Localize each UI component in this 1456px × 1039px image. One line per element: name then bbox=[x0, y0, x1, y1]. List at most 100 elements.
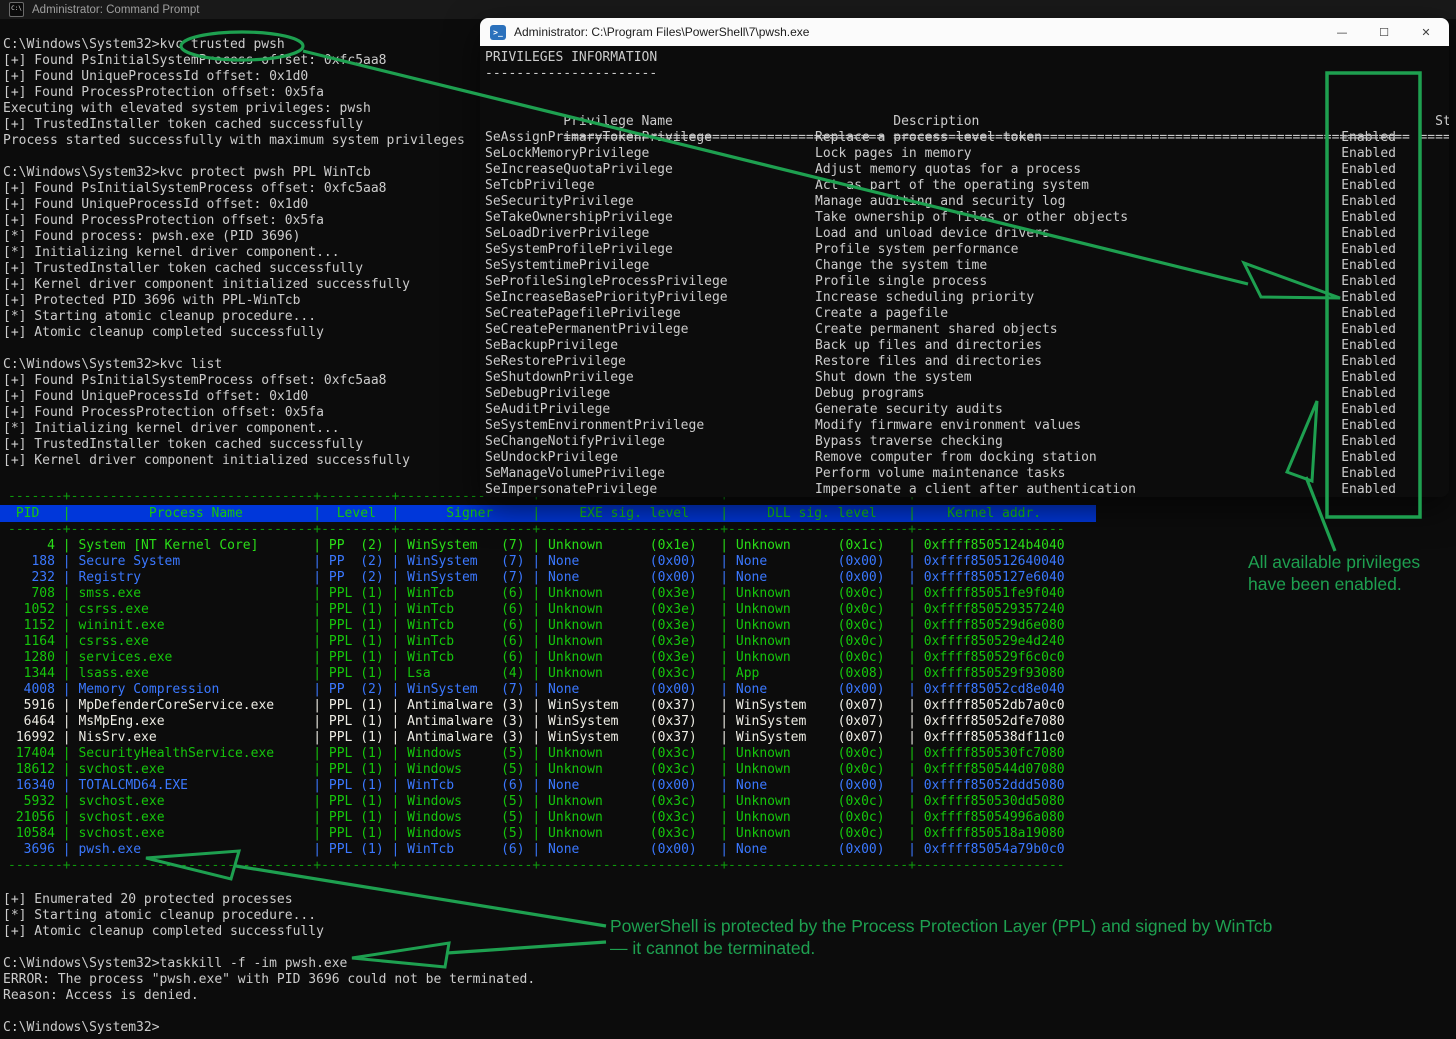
privilege-description: Restore files and directories bbox=[815, 354, 1338, 370]
privilege-description: Load and unload device drivers bbox=[815, 226, 1338, 242]
console-line: C:\Windows\System32>kvc protect pwsh PPL… bbox=[3, 165, 465, 181]
table-row: 4008 | Memory Compression | PP (2) | Win… bbox=[0, 682, 1096, 698]
privilege-description: Shut down the system bbox=[815, 370, 1338, 386]
table-row: 1280 | services.exe | PPL (1) | WinTcb (… bbox=[0, 650, 1096, 666]
pwsh-console[interactable]: PRIVILEGES INFORMATION -----------------… bbox=[480, 46, 1449, 497]
console-line: [+] Atomic cleanup completed successfull… bbox=[3, 325, 465, 341]
console-line: [+] Kernel driver component initialized … bbox=[3, 277, 465, 293]
privilege-description: Perform volume maintenance tasks bbox=[815, 466, 1338, 482]
console-line: [*] Initializing kernel driver component… bbox=[3, 421, 465, 437]
privilege-name: SeChangeNotifyPrivilege bbox=[485, 434, 815, 450]
table-row: 16340 | TOTALCMD64.EXE | PPL (1) | WinTc… bbox=[0, 778, 1096, 794]
console-line bbox=[3, 1004, 535, 1020]
ppl-note: PowerShell is protected by the Process P… bbox=[610, 915, 1290, 959]
privilege-description: Modify firmware environment values bbox=[815, 418, 1338, 434]
col-description: Description bbox=[893, 114, 1416, 130]
privilege-description: Back up files and directories bbox=[815, 338, 1338, 354]
table-row: 1344 | lsass.exe | PPL (1) | Lsa (4) | U… bbox=[0, 666, 1096, 682]
cmd-output-bottom[interactable]: [+] Enumerated 20 protected processes[*]… bbox=[3, 892, 535, 1036]
console-line: [*] Found process: pwsh.exe (PID 3696) bbox=[3, 229, 465, 245]
privilege-state: Enabled bbox=[1338, 146, 1396, 162]
privilege-name: SeBackupPrivilege bbox=[485, 338, 815, 354]
privilege-row: SeCreatePagefilePrivilegeCreate a pagefi… bbox=[485, 306, 1449, 322]
console-line: [+] Found PsInitialSystemProcess offset:… bbox=[3, 181, 465, 197]
table-row: 1152 | wininit.exe | PPL (1) | WinTcb (6… bbox=[0, 618, 1096, 634]
privilege-row: SeTakeOwnershipPrivilegeTake ownership o… bbox=[485, 210, 1449, 226]
console-line: C:\Windows\System32>kvc trusted pwsh bbox=[3, 37, 465, 53]
table-header: PID | Process Name | Level | Signer | EX… bbox=[0, 505, 1096, 522]
console-line: [+] Found UniqueProcessId offset: 0x1d0 bbox=[3, 197, 465, 213]
privilege-state: Enabled bbox=[1338, 226, 1396, 242]
pwsh-body: PRIVILEGES INFORMATION -----------------… bbox=[480, 46, 1449, 497]
privilege-name: SeSystemProfilePrivilege bbox=[485, 242, 815, 258]
privilege-state: Enabled bbox=[1338, 418, 1396, 434]
table-row: 1052 | csrss.exe | PPL (1) | WinTcb (6) … bbox=[0, 602, 1096, 618]
privilege-row: SeCreatePermanentPrivilegeCreate permane… bbox=[485, 322, 1449, 338]
privilege-description: Generate security audits bbox=[815, 402, 1338, 418]
table-row: 232 | Registry | PP (2) | WinSystem (7) … bbox=[0, 570, 1096, 586]
console-line: [+] Found PsInitialSystemProcess offset:… bbox=[3, 373, 465, 389]
privilege-state: Enabled bbox=[1338, 338, 1396, 354]
console-line bbox=[3, 149, 465, 165]
privilege-name: SeSystemEnvironmentPrivilege bbox=[485, 418, 815, 434]
cmd-output-top[interactable]: C:\Windows\System32>kvc trusted pwsh [+] … bbox=[3, 37, 465, 469]
privilege-description: Change the system time bbox=[815, 258, 1338, 274]
privilege-name: SeIncreaseQuotaPrivilege bbox=[485, 162, 815, 178]
powershell-icon: >_ bbox=[490, 25, 506, 40]
privilege-name: SeAssignPrimaryTokenPrivilege bbox=[485, 130, 815, 146]
console-line: [+] Found ProcessProtection offset: 0x5f… bbox=[3, 405, 465, 421]
table-row: 188 | Secure System | PP (2) | WinSystem… bbox=[0, 554, 1096, 570]
privilege-row: SeSystemEnvironmentPrivilegeModify firmw… bbox=[485, 418, 1449, 434]
privilege-row: SeDebugPrivilegeDebug programsEnabled bbox=[485, 386, 1449, 402]
table-separator: -------+-------------------------------+… bbox=[0, 522, 1096, 538]
privilege-row: SeLoadDriverPrivilegeLoad and unload dev… bbox=[485, 226, 1449, 242]
table-row: 5932 | svchost.exe | PPL (1) | Windows (… bbox=[0, 794, 1096, 810]
privilege-row: SeAuditPrivilegeGenerate security audits… bbox=[485, 402, 1449, 418]
pwsh-titlebar[interactable]: >_ Administrator: C:\Program Files\Power… bbox=[480, 18, 1449, 46]
privilege-description: Create a pagefile bbox=[815, 306, 1338, 322]
table-row: 3696 | pwsh.exe | PPL (1) | WinTcb (6) |… bbox=[0, 842, 1096, 858]
privilege-state: Enabled bbox=[1338, 242, 1396, 258]
privilege-description: Increase scheduling priority bbox=[815, 290, 1338, 306]
table-row: 6464 | MsMpEng.exe | PPL (1) | Antimalwa… bbox=[0, 714, 1096, 730]
console-line bbox=[3, 940, 535, 956]
privileges-note-line1: All available privileges bbox=[1248, 551, 1448, 573]
cmd-window-title: Administrator: Command Prompt bbox=[32, 4, 199, 16]
privilege-description: Profile system performance bbox=[815, 242, 1338, 258]
pwsh-window-title: Administrator: C:\Program Files\PowerShe… bbox=[514, 25, 1317, 39]
privilege-state: Enabled bbox=[1338, 386, 1396, 402]
privilege-name: SeProfileSingleProcessPrivilege bbox=[485, 274, 815, 290]
minimize-button[interactable]: — bbox=[1325, 18, 1359, 46]
privileges-rows: SeAssignPrimaryTokenPrivilegeReplace a p… bbox=[485, 130, 1449, 497]
privilege-row: SeTcbPrivilegeAct as part of the operati… bbox=[485, 178, 1449, 194]
console-line: [+] Found UniqueProcessId offset: 0x1d0 bbox=[3, 389, 465, 405]
privilege-name: SeDebugPrivilege bbox=[485, 386, 815, 402]
privilege-name: SeCreatePermanentPrivilege bbox=[485, 322, 815, 338]
privilege-description: Profile single process bbox=[815, 274, 1338, 290]
cmd-icon: C:\ bbox=[9, 2, 24, 17]
privilege-row: SeAssignPrimaryTokenPrivilegeReplace a p… bbox=[485, 130, 1449, 146]
cmd-titlebar[interactable]: C:\ Administrator: Command Prompt bbox=[0, 0, 1456, 19]
privilege-row: SeImpersonatePrivilegeImpersonate a clie… bbox=[485, 482, 1449, 497]
privilege-description: Bypass traverse checking bbox=[815, 434, 1338, 450]
privilege-row: SeProfileSingleProcessPrivilegeProfile s… bbox=[485, 274, 1449, 290]
privilege-row: SeLockMemoryPrivilegeLock pages in memor… bbox=[485, 146, 1449, 162]
console-line: [*] Starting atomic cleanup procedure... bbox=[3, 309, 465, 325]
col-state: State bbox=[1416, 114, 1449, 130]
close-button[interactable]: ✕ bbox=[1409, 18, 1443, 46]
privilege-row: SeIncreaseQuotaPrivilegeAdjust memory qu… bbox=[485, 162, 1449, 178]
privilege-name: SeUndockPrivilege bbox=[485, 450, 815, 466]
col-privilege-name: Privilege Name bbox=[563, 114, 893, 130]
console-line: [+] Kernel driver component initialized … bbox=[3, 453, 465, 469]
console-line: ERROR: The process "pwsh.exe" with PID 3… bbox=[3, 972, 535, 988]
maximize-button[interactable]: ☐ bbox=[1367, 18, 1401, 46]
console-line: [+] Protected PID 3696 with PPL-WinTcb bbox=[3, 293, 465, 309]
privilege-description: Debug programs bbox=[815, 386, 1338, 402]
privilege-state: Enabled bbox=[1338, 482, 1396, 497]
console-line bbox=[3, 341, 465, 357]
privilege-state: Enabled bbox=[1338, 322, 1396, 338]
privilege-name: SeRestorePrivilege bbox=[485, 354, 815, 370]
console-line: [+] TrustedInstaller token cached succes… bbox=[3, 117, 465, 133]
privilege-description: Manage auditing and security log bbox=[815, 194, 1338, 210]
privilege-state: Enabled bbox=[1338, 290, 1396, 306]
